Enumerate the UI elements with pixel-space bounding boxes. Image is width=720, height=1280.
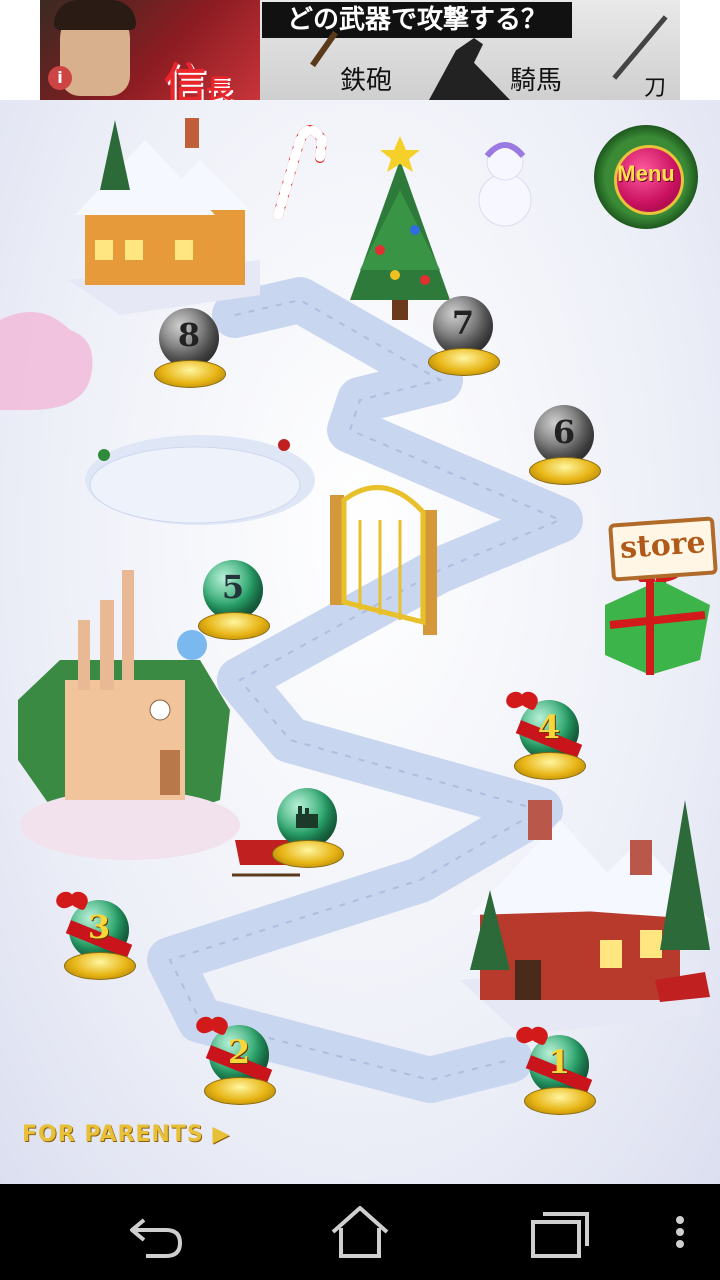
menu-button-label: Menu: [617, 161, 675, 186]
system-nav-bar: [0, 1184, 720, 1280]
ad-warrior-hair: [54, 0, 136, 30]
ad-character-name: 信長: [164, 59, 233, 100]
ad-banner[interactable]: 信長 i どの武器で攻撃する？ 鉄砲 騎馬 刀: [0, 0, 720, 100]
level-3-orb[interactable]: 3: [64, 900, 136, 986]
orb-base: [154, 360, 226, 388]
store-button[interactable]: store: [608, 516, 718, 582]
horse-icon: [429, 38, 510, 100]
ad-headline: どの武器で攻撃する？: [262, 2, 572, 38]
bonus-level-orb[interactable]: [272, 788, 344, 874]
level-number: 4: [537, 708, 561, 746]
level-number: 6: [552, 413, 576, 451]
store-label: store: [618, 525, 707, 566]
ad-option-sword[interactable]: 刀: [644, 70, 666, 100]
recents-icon[interactable]: [525, 1202, 595, 1262]
ad-creative[interactable]: 信長 i どの武器で攻撃する？ 鉄砲 騎馬 刀: [40, 0, 680, 100]
back-icon[interactable]: [122, 1202, 192, 1262]
orb-base: [514, 752, 586, 780]
level-number: 3: [87, 908, 111, 946]
orb-base: [529, 457, 601, 485]
home-icon[interactable]: [325, 1202, 395, 1262]
level-number: 8: [177, 316, 201, 354]
level-8-orb[interactable]: 8: [154, 308, 226, 394]
orb-base: [272, 840, 344, 868]
level-7-orb[interactable]: 7: [428, 296, 500, 382]
map-scenery: [0, 118, 710, 1103]
level-4-orb[interactable]: 4: [514, 700, 586, 786]
level-number: 5: [221, 568, 245, 606]
orb-base: [428, 348, 500, 376]
level-number: 1: [547, 1043, 571, 1081]
orb-base: [64, 952, 136, 980]
menu-button[interactable]: Menu: [594, 125, 698, 229]
level-6-orb[interactable]: 6: [529, 405, 601, 491]
snow-house-top: [68, 118, 260, 315]
orb-base: [204, 1077, 276, 1105]
level-1-orb[interactable]: 1: [524, 1035, 596, 1121]
level-5-orb[interactable]: 5: [198, 560, 270, 646]
level-number: 7: [451, 304, 475, 342]
level-number: 2: [227, 1033, 251, 1071]
ad-option-cavalry[interactable]: 騎馬: [510, 60, 562, 97]
ad-option-gun[interactable]: 鉄砲: [340, 60, 392, 97]
orb-base: [524, 1087, 596, 1115]
factory-icon: [296, 806, 318, 828]
orb-base: [198, 612, 270, 640]
for-parents-link[interactable]: FOR PARENTS ▶: [22, 1122, 230, 1147]
level-2-orb[interactable]: 2: [204, 1025, 276, 1111]
ad-info-icon[interactable]: i: [48, 66, 72, 90]
overflow-menu-icon[interactable]: [660, 1202, 700, 1262]
level-map: Menu store 1 2 3 4 5 6 7 8 FOR PARENTS ▶: [0, 100, 720, 1184]
